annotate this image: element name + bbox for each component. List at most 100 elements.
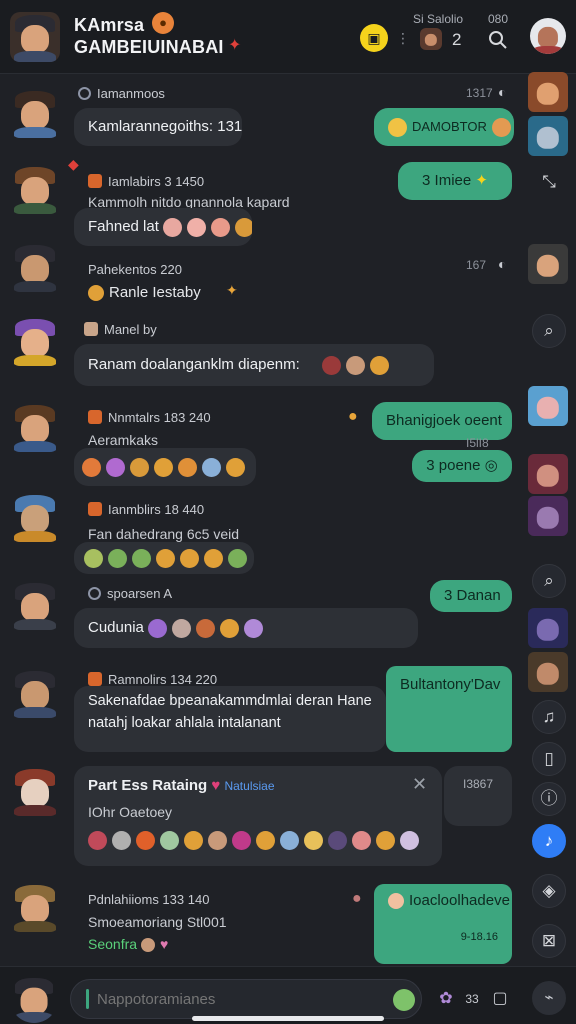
my-avatar[interactable] [10,975,58,1023]
outgoing-bubble[interactable]: Bhanigjoek oeent [372,402,512,440]
message-row: Nnmtalrs 183 240 Aeramkaks ● Bhanigjoek … [0,398,576,490]
notification-icon[interactable]: ▣ [360,24,388,52]
game-thumbnail[interactable] [528,244,568,284]
game-thumbnail[interactable] [528,652,568,692]
search-icon[interactable]: ⌕ [532,314,566,348]
shield-icon [88,587,101,600]
user-avatar[interactable] [10,882,60,932]
message-text: Ranle Iestaby [88,284,201,302]
user-avatar[interactable] [10,766,60,816]
info-icon[interactable]: ⓘ [532,782,566,816]
message-bubble[interactable] [74,448,256,487]
sender-name[interactable]: Manel by [84,322,157,337]
message-time: 1317 [466,86,493,100]
gif-icon[interactable]: ▢ [488,987,512,1011]
message-input[interactable] [70,979,422,1019]
message-bubble[interactable]: Kamlarannegoiths: 131 [74,108,242,146]
game-thumbnail[interactable] [528,72,568,112]
message-row: Ramnolirs 134 220 Sakenafdae bpeanakammd… [0,664,576,758]
emoji-picker-icon[interactable] [393,989,415,1011]
message-row: Iamanmoos 1317 ◐ Kamlarannegoiths: 131 D… [0,84,576,154]
outgoing-bubble[interactable]: Ioacloolhadeve 9-18.16 [374,884,512,964]
message-time: I5lI8 [466,436,489,450]
sender-name[interactable]: spoarsen A [88,586,172,601]
user-avatar[interactable] [10,668,60,718]
outgoing-bubble[interactable]: 3 Danan [430,580,512,612]
outgoing-bubble[interactable]: DAMOBTOR [374,108,514,146]
trash-icon[interactable]: ▯ [532,742,566,776]
user-avatar[interactable] [10,316,60,366]
message-time: 167 [466,258,487,272]
sender-name[interactable]: Ianmblirs 18 440 [88,502,204,517]
member-avatar[interactable] [420,28,442,50]
message-bubble[interactable] [74,542,254,575]
shield-icon [78,87,91,100]
emoji-reaction-icon[interactable]: ● [352,890,362,908]
user-avatar[interactable] [10,88,60,138]
message-line: Seonfra ♥ [88,936,169,953]
star-icon: ✦ [226,282,238,298]
header-status: Si Salolio [413,12,464,26]
heart-icon: ♥ [211,777,221,794]
message-row: Pahekentos 220 Ranle Iestaby ✦ 167 ◐ [0,238,576,308]
sticker-icon[interactable]: ✿ [434,987,458,1011]
search-icon[interactable] [486,28,510,52]
sender-name[interactable]: Iamlabirs 3 1450 [88,174,204,189]
music-note-icon[interactable]: ♪ [532,824,566,858]
outgoing-bubble[interactable]: 3 Imiee ✦ [398,162,512,200]
microphone-icon[interactable]: ⌁ [532,981,566,1015]
collapse-icon[interactable]: ⤡ [532,166,566,200]
outgoing-bubble[interactable]: 3 poene ◎ [412,450,512,482]
message-row: Pdnlahiioms 133 140 Smoeamoriang Stl001 … [0,880,576,964]
pin-icon: ◆ [68,156,79,172]
group-avatar[interactable] [10,12,60,62]
user-avatar[interactable] [10,242,60,292]
role-badge-icon [88,410,102,424]
close-icon[interactable]: ✕ [412,774,427,795]
game-thumbnail[interactable] [528,454,568,494]
message-row: Ianmblirs 18 440 Fan dahedrang 6c5 veid [0,490,576,576]
message-line: natahj loakar ahlala intalanant [88,715,281,731]
headphones-icon[interactable]: ♫ [532,700,566,734]
sender-name[interactable]: Iamanmoos [78,86,165,101]
sender-name[interactable]: Pahekentos 220 [88,262,182,277]
sender-name[interactable]: Part Ess Rataing [88,777,207,794]
game-thumbnail[interactable] [528,116,568,156]
chat-title[interactable]: KAmrsa GAMBEIUINABAI [74,14,224,58]
game-thumbnail[interactable] [528,608,568,648]
more-dots-icon[interactable]: ⋮ [396,30,410,47]
user-avatar[interactable] [10,164,60,214]
header-time: 080 [488,12,509,26]
message-row: spoarsen A Cudunia 3 Danan [0,578,576,658]
user-avatar[interactable] [10,492,60,542]
reaction-icon[interactable]: ◐ [498,84,506,100]
role-badge-icon [84,322,98,336]
sender-name[interactable]: Ramnolirs 134 220 [88,672,217,687]
chat-title-line2: GAMBEIUINABAI [74,37,224,57]
profile-avatar[interactable] [530,18,566,54]
message-time: 9-18.16 [460,931,498,943]
message-bubble[interactable]: Ranam doalanganklm diapenm: [74,344,434,387]
message-bubble[interactable]: Part Ess Rataing ♥ Natulsiae IOhr Oaetoe… [74,766,442,866]
user-avatar[interactable] [10,580,60,630]
role-badge-icon [88,672,102,686]
sender-name[interactable]: Pdnlahiioms 133 140 [88,892,209,907]
game-thumbnail[interactable] [528,386,568,426]
message-bubble[interactable]: Cudunia [74,608,418,649]
game-thumbnail[interactable] [528,496,568,536]
sender-name[interactable]: Nnmtalrs 183 240 [88,410,211,425]
compass-icon[interactable]: ◈ [532,874,566,908]
message-line: IOhr Oaetoey [88,804,173,820]
message-line: Sakenafdae bpeanakammdmlai deran Hane [88,693,372,709]
right-rail: ⤡ ⌕ ⌕ ♫ ▯ ⓘ ♪ ◈ ⊠ [526,72,576,964]
user-avatar[interactable] [10,402,60,452]
message-bubble[interactable]: Sakenafdae bpeanakammdmlai deran Hane na… [74,686,386,752]
reaction-icon[interactable]: ◐ [498,256,506,272]
search-icon[interactable]: ⌕ [532,564,566,598]
emoji-reaction-icon[interactable]: ● [348,408,358,426]
image-icon[interactable]: ⊠ [532,924,566,958]
emoji-row [88,830,424,850]
outgoing-bubble[interactable]: Bultantony'Dav [386,666,512,752]
message-row: Manel by Ranam doalanganklm diapenm: [0,314,576,394]
tag-label: Natulsiae [224,779,275,793]
